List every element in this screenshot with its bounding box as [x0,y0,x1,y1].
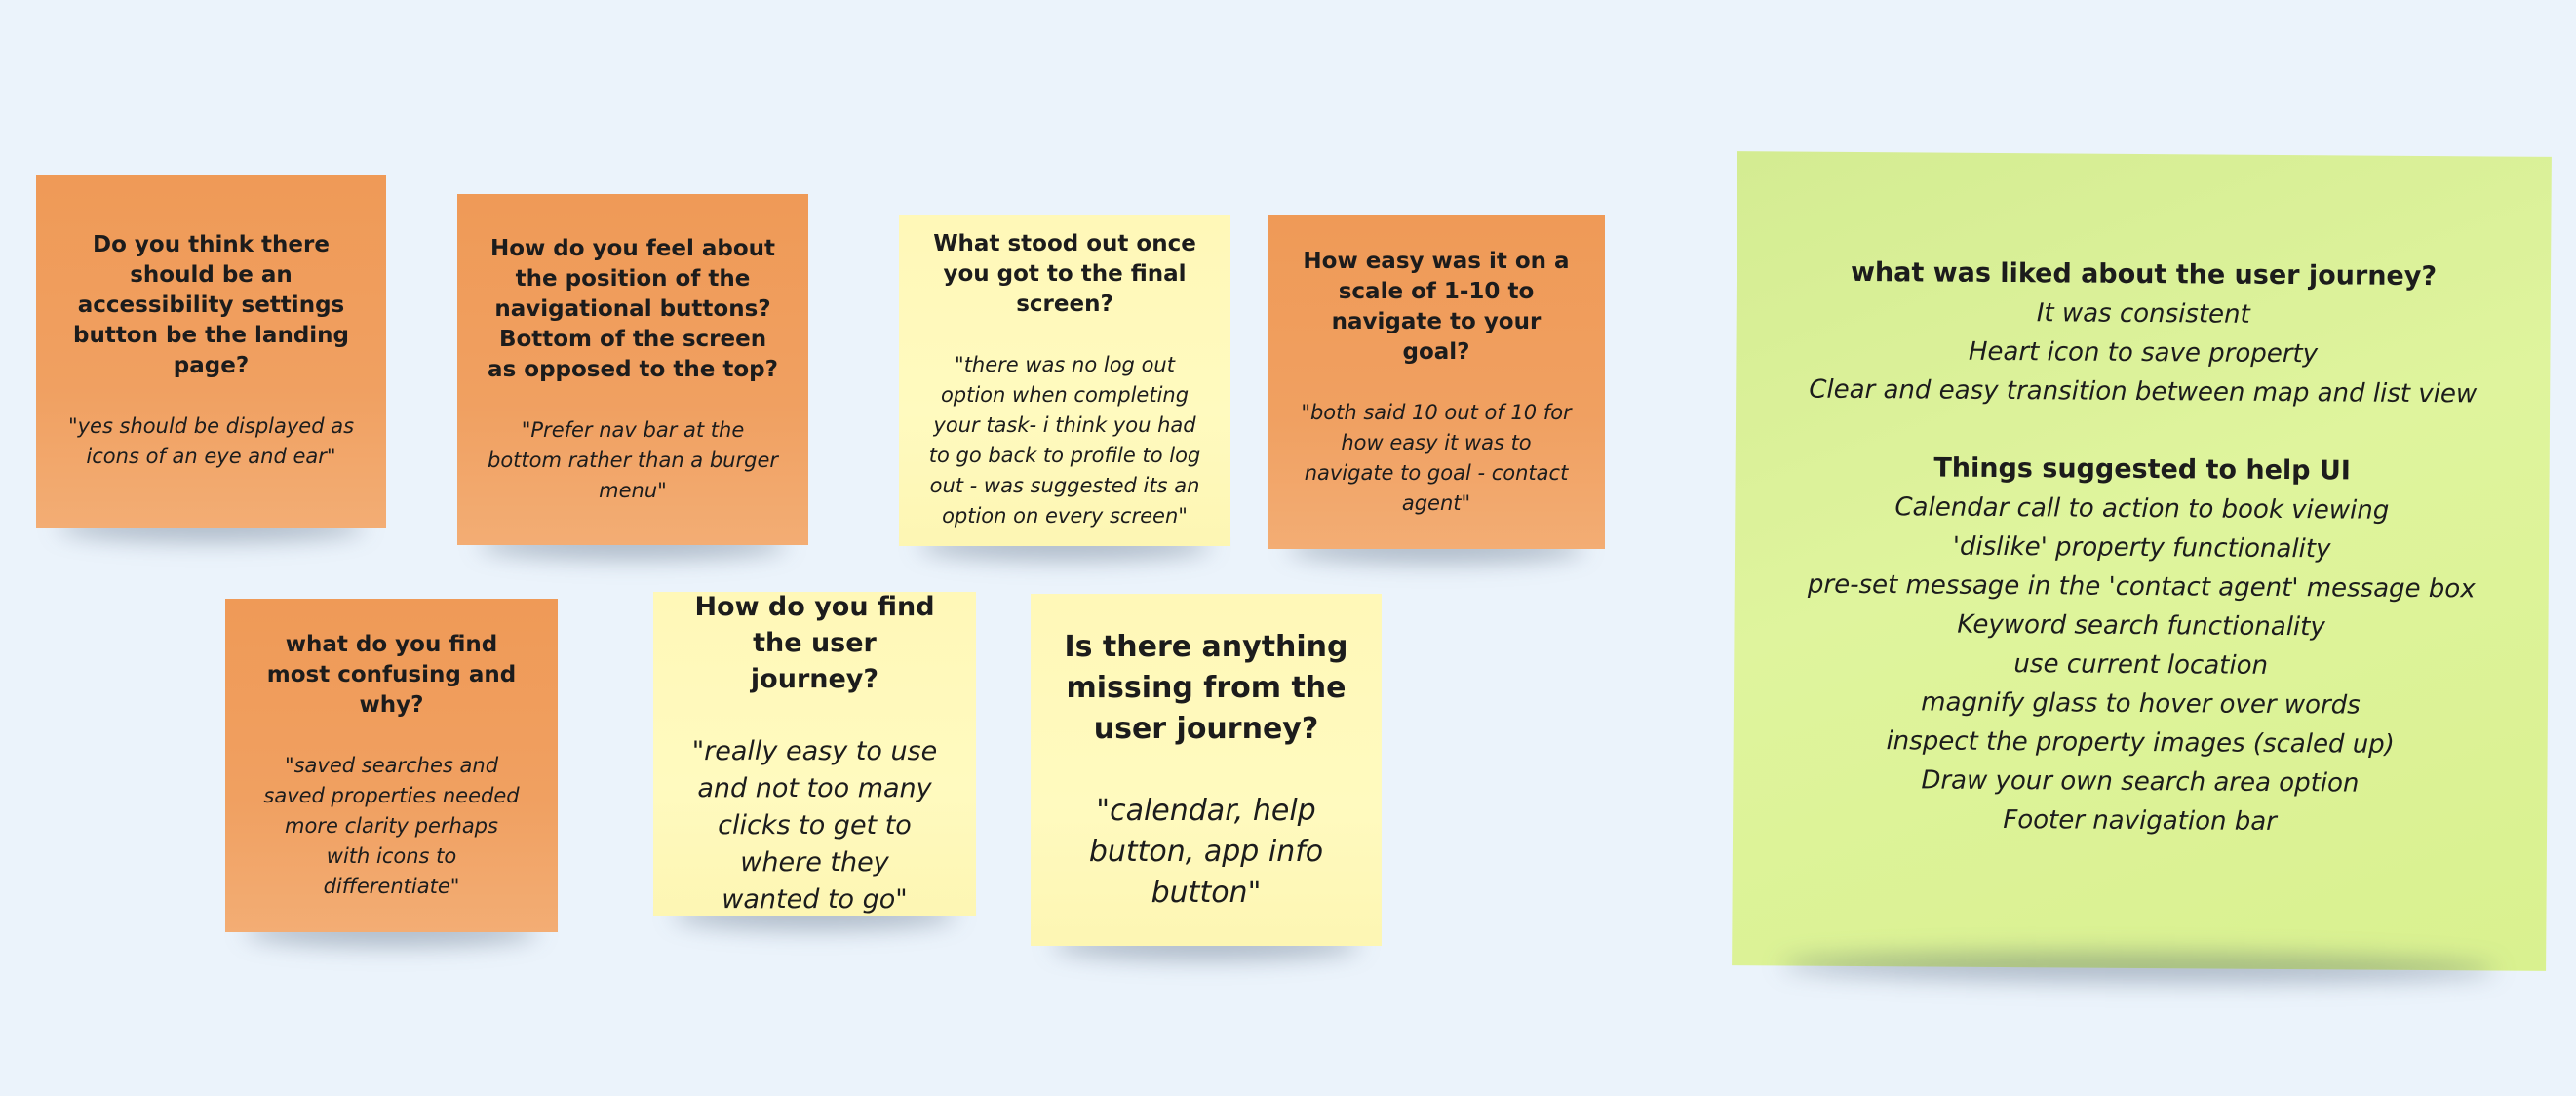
note-question: How easy was it on a scale of 1-10 to na… [1303,248,1570,365]
suggest-item: Calendar call to action to book viewing [1894,492,2390,526]
suggest-item: Draw your own search area option [1921,765,2360,799]
note-question: what do you find most confusing and why? [266,631,517,718]
sticky-note-summary[interactable]: what was liked about the user journey? I… [1732,151,2552,971]
note-question: How do you find the user journey? [694,592,935,694]
liked-item: Clear and easy transition between map an… [1809,374,2478,410]
note-answer: "Prefer nav bar at the bottom rather tha… [488,417,778,502]
note-question: Do you think there should be an accessib… [72,232,350,378]
liked-item: It was consistent [2036,298,2250,330]
sticky-note-nav-position[interactable]: How do you feel about the position of th… [457,194,808,545]
suggest-title: Things suggested to help UI [1933,452,2352,487]
note-answer: "yes should be displayed as icons of an … [67,414,355,468]
liked-item: Heart icon to save property [1968,336,2319,370]
suggest-item: magnify glass to hover over words [1921,687,2361,721]
suggest-item: use current location [2013,649,2269,681]
sticky-note-confusing[interactable]: what do you find most confusing and why?… [225,599,558,932]
suggest-item: 'dislike' property functionality [1952,531,2331,565]
note-answer: "really easy to use and not too many cli… [691,736,938,915]
liked-title: what was liked about the user journey? [1850,256,2438,293]
note-question: What stood out once you got to the final… [933,231,1196,317]
sticky-note-ease-scale[interactable]: How easy was it on a scale of 1-10 to na… [1268,215,1605,549]
suggest-item: Footer navigation bar [2003,805,2278,837]
note-answer: "both said 10 out of 10 for how easy it … [1301,400,1572,515]
sticky-note-user-journey[interactable]: How do you find the user journey? "reall… [653,592,976,916]
suggest-item: Keyword search functionality [1957,609,2325,643]
note-answer: "calendar, help button, app info button" [1088,793,1324,910]
note-question: Is there anything missing from the user … [1064,629,1348,746]
suggest-item: inspect the property images (scaled up) [1886,726,2395,760]
sticky-note-final-screen[interactable]: What stood out once you got to the final… [899,215,1230,546]
note-answer: "saved searches and saved properties nee… [263,753,520,898]
note-question: How do you feel about the position of th… [488,235,778,382]
sticky-note-accessibility[interactable]: Do you think there should be an accessib… [36,175,386,528]
suggest-item: pre-set message in the 'contact agent' m… [1807,569,2476,605]
sticky-note-missing[interactable]: Is there anything missing from the user … [1031,594,1382,946]
note-answer: "there was no log out option when comple… [928,353,1201,528]
